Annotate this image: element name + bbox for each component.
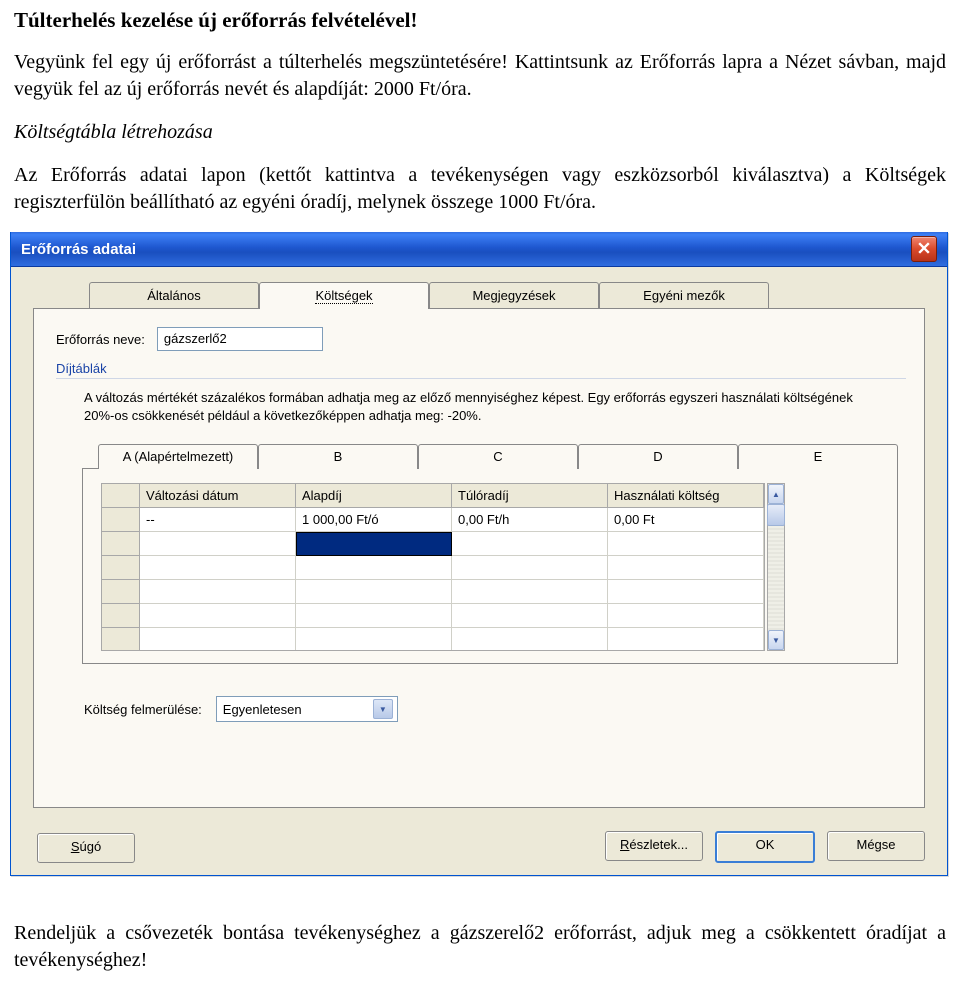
grid-cell[interactable]: [608, 628, 764, 651]
grid-cell[interactable]: [296, 628, 452, 651]
rate-grid[interactable]: Változási dátum Alapdíj Túlóradíj Haszná…: [101, 483, 765, 651]
ok-button-label: OK: [756, 837, 775, 852]
grid-header[interactable]: Túlóradíj: [452, 484, 608, 508]
details-button-rest: észletek...: [629, 837, 688, 852]
close-button[interactable]: [911, 236, 937, 262]
tab-general[interactable]: Általános: [89, 282, 259, 309]
grid-cell-selected[interactable]: [296, 532, 452, 556]
rate-subtab-d[interactable]: D: [578, 444, 738, 469]
page-heading: Túlterhelés kezelése új erőforrás felvét…: [14, 8, 946, 33]
grid-header[interactable]: Használati költség: [608, 484, 764, 508]
cost-accrual-combo[interactable]: Egyenletesen ▼: [216, 696, 398, 722]
cost-accrual-label: Költség felmerülése:: [84, 702, 202, 717]
dialog-titlebar: Erőforrás adatai: [11, 232, 947, 267]
grid-cell[interactable]: 1 000,00 Ft/ó: [296, 508, 452, 532]
grid-row-header[interactable]: [102, 508, 140, 532]
scroll-thumb[interactable]: [767, 504, 785, 526]
tab-label: Megjegyzések: [472, 288, 555, 303]
grid-cell[interactable]: [608, 604, 764, 628]
doc-subsection: Költségtábla létrehozása: [14, 119, 946, 146]
subtab-label: C: [493, 449, 502, 464]
tab-label: Általános: [147, 288, 200, 303]
tab-costs[interactable]: Költségek: [259, 282, 429, 309]
grid-header[interactable]: Változási dátum: [140, 484, 296, 508]
tab-label: Költségek: [315, 288, 372, 304]
grid-cell[interactable]: 0,00 Ft: [608, 508, 764, 532]
details-button[interactable]: Részletek...: [605, 831, 703, 861]
cancel-button[interactable]: Mégse: [827, 831, 925, 861]
grid-cell[interactable]: [452, 532, 608, 556]
tab-label: Egyéni mezők: [643, 288, 725, 303]
grid-cell[interactable]: [452, 556, 608, 580]
grid-cell[interactable]: [608, 580, 764, 604]
tab-pane-costs: Erőforrás neve: Díjtáblák A változás mér…: [33, 308, 925, 808]
resource-name-label: Erőforrás neve:: [56, 332, 145, 347]
grid-cell[interactable]: [140, 580, 296, 604]
dialog-title: Erőforrás adatai: [21, 241, 136, 258]
doc-paragraph-2: Az Erőforrás adatai lapon (kettőt kattin…: [14, 162, 946, 216]
grid-row-header[interactable]: [102, 604, 140, 628]
rate-tables-section: Díjtáblák: [56, 361, 906, 379]
close-icon: [918, 242, 930, 257]
doc-paragraph-3: Rendeljük a csővezeték bontása tevékenys…: [14, 920, 946, 974]
grid-scrollbar[interactable]: ▲ ▼: [767, 483, 785, 651]
grid-cell[interactable]: [608, 532, 764, 556]
scroll-track[interactable]: [768, 526, 784, 630]
ok-button[interactable]: OK: [715, 831, 815, 863]
rate-description: A változás mértékét százalékos formában …: [84, 389, 884, 425]
grid-cell[interactable]: [608, 556, 764, 580]
chevron-down-icon: ▼: [373, 699, 393, 719]
rate-subtab-b[interactable]: B: [258, 444, 418, 469]
doc-paragraph-1: Vegyünk fel egy új erőforrást a túlterhe…: [14, 49, 946, 103]
combo-value: Egyenletesen: [223, 702, 373, 717]
grid-cell[interactable]: [140, 604, 296, 628]
rate-subtab-e[interactable]: E: [738, 444, 898, 469]
subtab-label: B: [334, 449, 343, 464]
subtab-label: A (Alapértelmezett): [123, 449, 234, 464]
scroll-up-icon[interactable]: ▲: [768, 484, 784, 504]
grid-row-header[interactable]: [102, 580, 140, 604]
subtab-label: E: [814, 449, 823, 464]
tab-custom-fields[interactable]: Egyéni mezők: [599, 282, 769, 309]
grid-header[interactable]: Alapdíj: [296, 484, 452, 508]
grid-cell[interactable]: [296, 580, 452, 604]
grid-cell[interactable]: [140, 628, 296, 651]
grid-cell[interactable]: [296, 604, 452, 628]
grid-cell[interactable]: 0,00 Ft/h: [452, 508, 608, 532]
grid-corner: [102, 484, 140, 508]
grid-cell[interactable]: [140, 556, 296, 580]
grid-cell[interactable]: [296, 556, 452, 580]
grid-cell[interactable]: [140, 532, 296, 556]
rate-grid-container: Változási dátum Alapdíj Túlóradíj Haszná…: [82, 468, 898, 664]
grid-row-header[interactable]: [102, 532, 140, 556]
resource-info-dialog: Erőforrás adatai Általános Költségek Meg…: [10, 232, 948, 876]
grid-cell[interactable]: [452, 628, 608, 651]
resource-name-input[interactable]: [157, 327, 323, 351]
help-button[interactable]: Súgó: [37, 833, 135, 863]
cancel-button-label: Mégse: [856, 837, 895, 852]
grid-cell[interactable]: --: [140, 508, 296, 532]
rate-subtab-c[interactable]: C: [418, 444, 578, 469]
scroll-down-icon[interactable]: ▼: [768, 630, 784, 650]
grid-cell[interactable]: [452, 604, 608, 628]
grid-cell[interactable]: [452, 580, 608, 604]
rate-subtab-strip: A (Alapértelmezett) B C D E: [98, 443, 902, 468]
subtab-label: D: [653, 449, 662, 464]
tab-strip: Általános Költségek Megjegyzések Egyéni …: [89, 281, 925, 308]
help-button-rest: úgó: [79, 839, 101, 854]
grid-row-header[interactable]: [102, 556, 140, 580]
rate-subtab-a[interactable]: A (Alapértelmezett): [98, 444, 258, 469]
tab-notes[interactable]: Megjegyzések: [429, 282, 599, 309]
grid-row-header[interactable]: [102, 628, 140, 651]
